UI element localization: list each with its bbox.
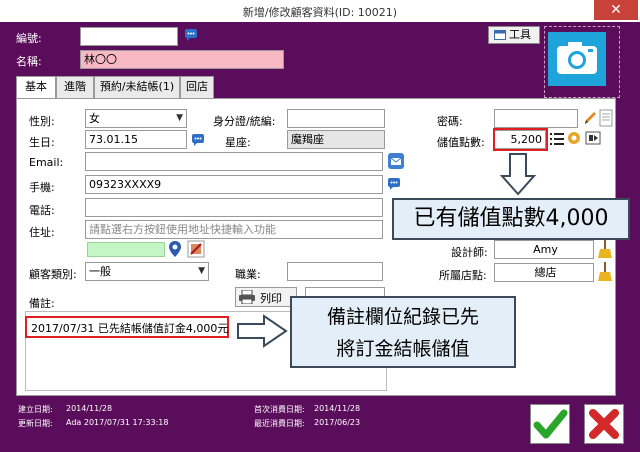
cross-icon: [589, 409, 619, 439]
address-book-icon[interactable]: [187, 240, 205, 258]
id-number-field[interactable]: [287, 109, 385, 128]
chat-icon[interactable]: [184, 28, 198, 42]
email-field[interactable]: [85, 152, 383, 171]
camera-icon[interactable]: [548, 32, 606, 86]
toolbox-icon: [494, 30, 506, 40]
created-value: 2014/11/28: [66, 404, 113, 413]
tools-label: 工具: [509, 28, 531, 41]
document-icon[interactable]: [599, 109, 613, 127]
gear-icon[interactable]: [566, 130, 582, 146]
phone-field[interactable]: [85, 198, 383, 217]
gender-label: 性別:: [29, 115, 55, 128]
send-mail-icon[interactable]: [387, 152, 405, 170]
name-label: 名稱:: [16, 55, 42, 68]
cancel-button[interactable]: [584, 404, 624, 444]
note-label: 備註:: [29, 297, 55, 310]
store-label: 所屬店點:: [439, 269, 487, 282]
print-button[interactable]: 列印: [235, 287, 297, 307]
list-icon[interactable]: [550, 132, 564, 146]
password-field[interactable]: [494, 109, 578, 128]
dialog-window: 新增/修改顧客資料(ID: 10021) ✕ 編號: 名稱: 林〇〇 工具 基本…: [0, 0, 640, 452]
address-label: 住址:: [29, 226, 55, 239]
birthday-field[interactable]: 73.01.15: [85, 130, 187, 149]
first-visit-label: 首次消費日期:: [254, 405, 305, 414]
address-field[interactable]: 請點選右方按鈕使用地址快捷輸入功能: [85, 220, 383, 239]
stored-points-label: 儲值點數:: [437, 136, 485, 149]
mobile-label: 手機:: [29, 181, 55, 194]
customer-type-label: 顧客類別:: [29, 268, 77, 281]
mobile-field[interactable]: 09323XXXX9: [85, 175, 383, 194]
number-label: 編號:: [16, 32, 42, 45]
pencil-icon[interactable]: [583, 110, 597, 126]
number-field[interactable]: [80, 27, 178, 46]
password-label: 密碼:: [437, 115, 463, 128]
title-bar: 新增/修改顧客資料(ID: 10021) ✕: [0, 0, 640, 22]
designer-field[interactable]: Amy: [494, 240, 594, 259]
updated-value: Ada 2017/07/31 17:33:18: [66, 418, 169, 427]
close-button[interactable]: ✕: [594, 0, 638, 20]
window-title: 新增/修改顧客資料(ID: 10021): [242, 6, 398, 19]
name-field[interactable]: 林〇〇: [80, 50, 284, 69]
chat-icon[interactable]: [191, 133, 205, 147]
first-visit-value: 2014/11/28: [314, 404, 361, 413]
checkmark-icon: [533, 409, 568, 439]
customer-type-value: 一般: [89, 265, 111, 278]
job-label: 職業:: [235, 268, 261, 281]
created-label: 建立日期:: [18, 405, 53, 414]
zodiac-field: 魔羯座: [287, 130, 385, 149]
updated-label: 更新日期:: [18, 419, 53, 428]
chat-icon[interactable]: [387, 177, 401, 191]
note-text: 2017/07/31 已先結帳儲值訂金4,000元: [31, 322, 229, 335]
printer-icon: [239, 290, 255, 304]
tab-basic[interactable]: 基本: [16, 76, 56, 99]
points-callout: 已有儲值點數4,000: [392, 198, 630, 240]
confirm-button[interactable]: [530, 404, 570, 444]
map-pin-icon[interactable]: [167, 240, 183, 258]
gender-select[interactable]: 女 ▼: [85, 109, 187, 128]
tools-button[interactable]: 工具: [488, 26, 540, 44]
birthday-label: 生日:: [29, 136, 55, 149]
tab-reservations[interactable]: 預約/未結帳(1): [94, 76, 180, 98]
designer-label: 設計師:: [451, 246, 488, 259]
job-field[interactable]: [287, 262, 383, 281]
address-extra-field[interactable]: [87, 242, 165, 257]
tab-return-visits[interactable]: 回店: [180, 76, 214, 98]
last-visit-label: 最近消費日期:: [254, 419, 305, 428]
broom-icon[interactable]: [597, 262, 613, 282]
gender-value: 女: [89, 112, 100, 125]
zodiac-label: 星座:: [225, 136, 251, 149]
export-icon[interactable]: [585, 130, 601, 146]
broom-icon[interactable]: [597, 239, 613, 259]
store-field[interactable]: 總店: [494, 263, 594, 282]
print-label: 列印: [260, 292, 282, 305]
right-arrow-annotation: [237, 314, 288, 348]
id-number-label: 身分證/統編:: [213, 115, 276, 128]
down-arrow-annotation: [500, 153, 536, 196]
chevron-down-icon: ▼: [176, 113, 183, 123]
chevron-down-icon: ▼: [198, 266, 205, 276]
last-visit-value: 2017/06/23: [314, 418, 361, 427]
photo-frame[interactable]: [544, 26, 620, 98]
note-callout: 備註欄位紀錄已先 將訂金結帳儲值: [290, 296, 516, 368]
customer-type-select[interactable]: 一般 ▼: [85, 262, 209, 281]
stored-points-highlight: [493, 128, 548, 151]
phone-label: 電話:: [29, 204, 55, 217]
email-label: Email:: [29, 156, 64, 169]
tab-advanced[interactable]: 進階: [56, 76, 94, 98]
